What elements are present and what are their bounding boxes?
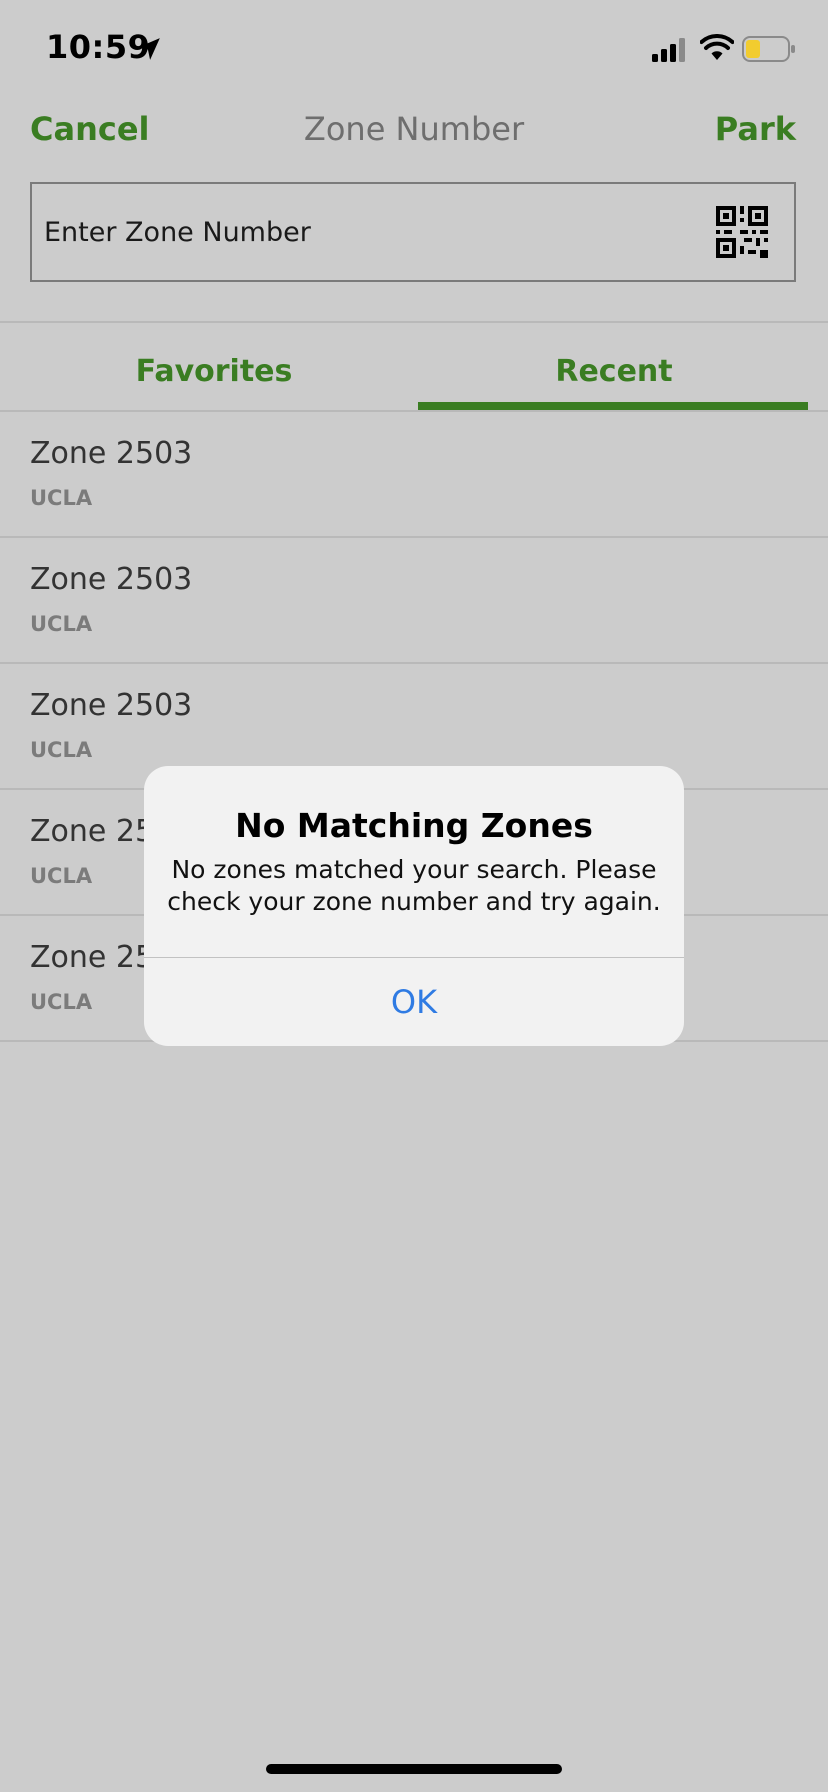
park-button[interactable]: Park: [715, 110, 796, 148]
zone-subtitle: UCLA: [30, 738, 93, 762]
location-arrow-icon: [138, 38, 160, 60]
zone-title: Zone 25: [30, 814, 155, 849]
tab-recent[interactable]: Recent: [414, 354, 814, 389]
home-indicator[interactable]: [266, 1764, 562, 1774]
alert-dialog: No Matching Zones No zones matched your …: [144, 766, 684, 1046]
zone-title: Zone 2503: [30, 562, 193, 597]
zone-number-input[interactable]: [44, 184, 724, 280]
zone-title: Zone 25: [30, 940, 155, 975]
qr-code-icon[interactable]: [716, 206, 768, 258]
cellular-signal-icon: [652, 38, 685, 62]
zone-subtitle: UCLA: [30, 486, 93, 510]
list-item[interactable]: Zone 2503 UCLA: [0, 538, 828, 664]
zone-subtitle: UCLA: [30, 990, 93, 1014]
cancel-button[interactable]: Cancel: [30, 110, 150, 148]
status-time: 10:59: [46, 28, 151, 66]
tab-favorites[interactable]: Favorites: [14, 354, 414, 389]
battery-low-icon: [742, 36, 795, 62]
zone-search-field[interactable]: [30, 182, 796, 282]
tab-selected-indicator: [418, 402, 808, 410]
ok-button[interactable]: OK: [144, 958, 684, 1046]
zone-subtitle: UCLA: [30, 612, 93, 636]
wifi-icon: [700, 34, 734, 60]
zone-title: Zone 2503: [30, 436, 193, 471]
alert-title: No Matching Zones: [235, 806, 593, 845]
list-item[interactable]: Zone 2503 UCLA: [0, 412, 828, 538]
zone-subtitle: UCLA: [30, 864, 93, 888]
alert-message: No zones matched your search. Please che…: [167, 855, 661, 916]
zone-title: Zone 2503: [30, 688, 193, 723]
section-divider: [0, 321, 828, 323]
